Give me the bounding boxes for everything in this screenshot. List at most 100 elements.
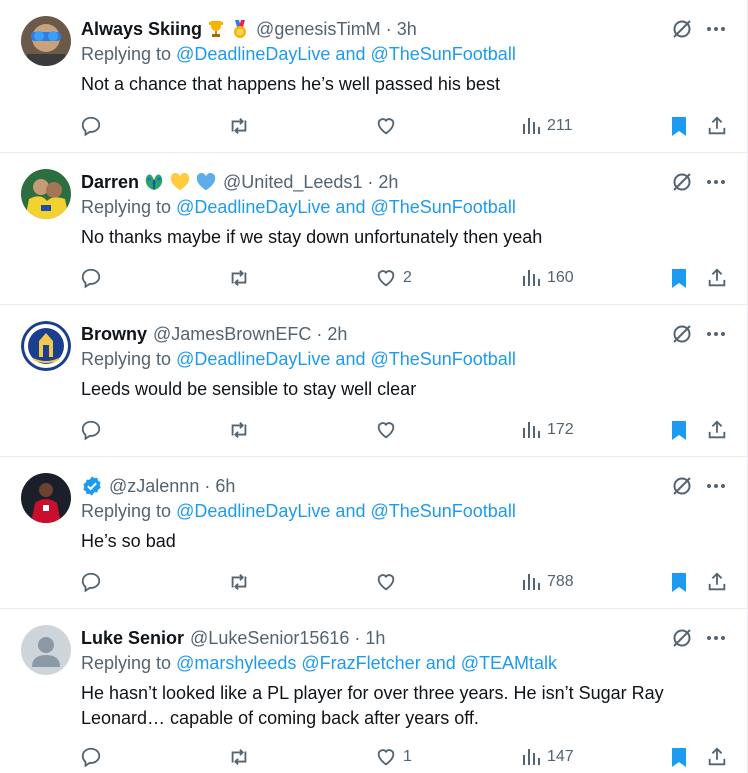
more-options-icon[interactable] — [705, 475, 727, 497]
avatar[interactable] — [21, 625, 71, 675]
user-handle[interactable]: @United_Leeds1 — [223, 172, 362, 193]
views-button[interactable]: 172 — [521, 417, 574, 443]
like-button[interactable] — [375, 569, 403, 595]
display-name[interactable]: Darren — [81, 172, 139, 193]
more-options-icon[interactable] — [705, 323, 727, 345]
reply-button[interactable] — [80, 417, 102, 443]
share-button[interactable] — [706, 113, 728, 139]
timestamp[interactable]: 3h — [397, 19, 417, 40]
retweet-button[interactable] — [228, 569, 250, 595]
action-bar: 788 — [80, 569, 727, 595]
replying-to-mentions[interactable]: @DeadlineDayLive and @TheSunFootball — [176, 501, 516, 521]
replying-to-line: Replying to @DeadlineDayLive and @TheSun… — [81, 501, 516, 522]
retweet-icon — [231, 574, 247, 590]
share-button[interactable] — [706, 744, 728, 770]
retweet-button[interactable] — [228, 417, 250, 443]
tweet[interactable]: Browny @JamesBrownEFC · 2h Replying to @… — [0, 305, 748, 457]
tweet[interactable]: @zJalennn · 6h Replying to @DeadlineDayL… — [0, 457, 748, 609]
timestamp[interactable]: 1h — [365, 628, 385, 649]
views-button[interactable]: 788 — [521, 569, 574, 595]
separator-dot: · — [204, 475, 211, 496]
action-bar: 172 — [80, 417, 727, 443]
views-icon — [523, 749, 540, 765]
like-button[interactable] — [375, 113, 403, 139]
share-icon — [708, 572, 726, 591]
display-name[interactable]: Browny — [81, 324, 147, 345]
bookmark-button[interactable] — [669, 569, 689, 595]
share-icon — [708, 116, 726, 135]
reply-icon — [81, 572, 101, 593]
share-button[interactable] — [706, 265, 728, 291]
user-handle[interactable]: @JamesBrownEFC — [153, 324, 311, 345]
verified-icon — [81, 475, 103, 497]
like-button[interactable]: 2 — [375, 265, 412, 291]
more-options-icon[interactable] — [705, 18, 727, 40]
grok-icon[interactable] — [671, 627, 693, 649]
bookmark-button[interactable] — [669, 744, 689, 770]
timestamp[interactable]: 2h — [378, 172, 398, 193]
heart-icon — [377, 574, 395, 591]
user-handle[interactable]: @LukeSenior15616 — [190, 628, 349, 649]
tweet-top-actions — [671, 475, 727, 497]
tweet-header: Darren @United_Leeds1 · 2h — [81, 169, 398, 195]
timestamp[interactable]: 6h — [215, 476, 235, 497]
views-button[interactable]: 147 — [521, 744, 574, 770]
bookmark-icon — [672, 748, 686, 767]
grok-icon[interactable] — [671, 171, 693, 193]
replying-to-mentions[interactable]: @DeadlineDayLive and @TheSunFootball — [176, 44, 516, 64]
view-count: 172 — [547, 421, 574, 438]
retweet-icon — [231, 270, 247, 286]
user-handle[interactable]: @zJalennn — [109, 476, 199, 497]
grok-icon[interactable] — [671, 323, 693, 345]
retweet-button[interactable] — [228, 265, 250, 291]
share-icon — [708, 747, 726, 766]
avatar[interactable] — [21, 169, 71, 219]
tweet-header: Luke Senior @LukeSenior15616 · 1h — [81, 625, 385, 651]
share-button[interactable] — [706, 569, 728, 595]
views-button[interactable]: 211 — [521, 113, 573, 139]
retweet-icon — [231, 422, 247, 438]
tweet-top-actions — [671, 18, 727, 40]
views-button[interactable]: 160 — [521, 265, 574, 291]
reply-button[interactable] — [80, 744, 102, 770]
heart-icon — [377, 118, 395, 135]
reply-button[interactable] — [80, 569, 102, 595]
bookmark-button[interactable] — [669, 113, 689, 139]
tweet[interactable]: Darren @United_Leeds1 · 2h Replying to @… — [0, 153, 748, 305]
bookmark-button[interactable] — [669, 265, 689, 291]
user-handle[interactable]: @genesisTimM — [256, 19, 381, 40]
replying-to-label: Replying to — [81, 653, 172, 673]
retweet-button[interactable] — [228, 744, 250, 770]
bookmark-button[interactable] — [669, 417, 689, 443]
display-name[interactable]: Always Skiing — [81, 19, 202, 40]
like-button[interactable] — [375, 417, 403, 443]
replying-to-mentions[interactable]: @DeadlineDayLive and @TheSunFootball — [176, 349, 516, 369]
more-options-icon[interactable] — [705, 171, 727, 193]
timestamp[interactable]: 2h — [327, 324, 347, 345]
replying-to-mentions[interactable]: @DeadlineDayLive and @TheSunFootball — [176, 197, 516, 217]
reply-button[interactable] — [80, 265, 102, 291]
action-bar: 1 147 — [80, 744, 727, 770]
retweet-button[interactable] — [228, 113, 250, 139]
avatar[interactable] — [21, 16, 71, 66]
avatar[interactable] — [21, 473, 71, 523]
views-icon — [523, 422, 540, 438]
tweet[interactable]: Always Skiing @genesisTimM · 3h Replying… — [0, 0, 748, 153]
tweet-text: Not a chance that happens he’s well pass… — [81, 74, 500, 94]
reply-icon — [81, 268, 101, 289]
grok-icon[interactable] — [671, 475, 693, 497]
tweet-header: Browny @JamesBrownEFC · 2h — [81, 321, 347, 347]
view-count: 147 — [547, 748, 574, 765]
reply-button[interactable] — [80, 113, 102, 139]
views-icon — [523, 574, 540, 590]
grok-icon[interactable] — [671, 18, 693, 40]
tweet[interactable]: Luke Senior @LukeSenior15616 · 1h Replyi… — [0, 609, 748, 773]
replying-to-label: Replying to — [81, 44, 172, 64]
like-button[interactable]: 1 — [375, 744, 412, 770]
share-button[interactable] — [706, 417, 728, 443]
replying-to-mentions[interactable]: @marshyleeds @FrazFletcher and @TEAMtalk — [176, 653, 557, 673]
more-options-icon[interactable] — [705, 627, 727, 649]
separator-dot: · — [367, 171, 374, 192]
display-name[interactable]: Luke Senior — [81, 628, 184, 649]
avatar[interactable] — [21, 321, 71, 371]
